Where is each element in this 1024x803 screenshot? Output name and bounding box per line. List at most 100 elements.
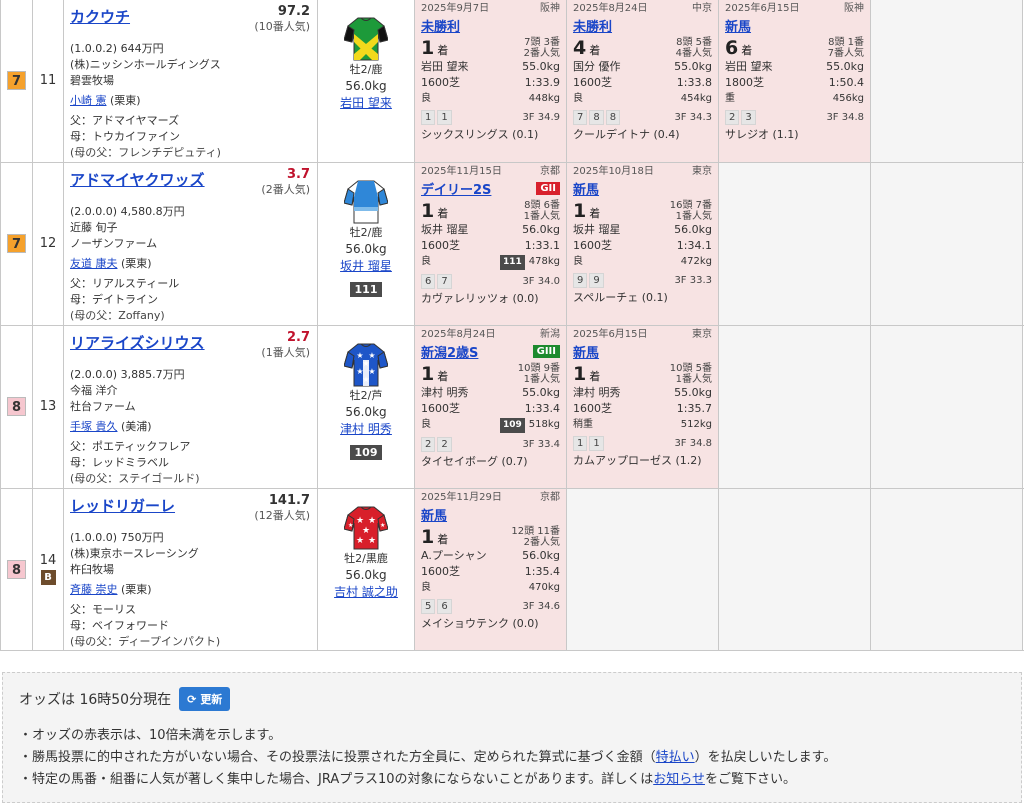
refresh-button[interactable]: ⟳ 更新 [179,687,231,711]
race-name-link[interactable]: 新潟2歳S [421,342,478,361]
past-race-empty [870,161,1023,326]
horse-row: 8 13 リアライズシリウス 2.7 (1番人気) (2.0.0.0) 3,885… [0,324,1024,489]
popularity: (10番人気) [254,20,310,33]
race-name-link[interactable]: 新馬 [573,342,599,361]
horse-info-cell: レッドリガーレ 141.7 (12番人気) (1.0.0.0) 750万円 (株… [63,487,318,651]
corner-position: 9 [589,272,604,288]
race-course: 京都 [540,165,560,177]
corners-line: 2 2 3F 33.4 [421,436,560,452]
race-course: 新潟 [540,328,560,340]
race-date: 2025年8月24日 [421,328,496,340]
ground-weight-line: 良 454kg [573,93,712,104]
ground-weight-line: 稍重 512kg [573,418,712,430]
last-3f: 3F 33.4 [522,438,560,450]
past-jockey-line: 津村 明秀 55.0kg [573,385,712,399]
field-info: 16頭 7番 1番人気 [669,199,712,222]
race-name-link[interactable]: デイリー2S [421,179,491,198]
race-course: 阪神 [844,3,864,14]
past-race-empty [718,161,871,326]
last-3f: 3F 34.0 [522,275,560,287]
prize-money: 750万円 [120,530,164,544]
dam: 母：デイトライン [70,292,158,306]
distance-time-line: 1600芝 1:33.9 [421,76,560,89]
sire: 父：リアルスティール [70,276,180,290]
waku-cell: 7 [0,161,33,326]
corner-position: 2 [725,110,740,125]
distance-time-line: 1600芝 1:33.1 [421,238,560,252]
waku-number: 8 [7,559,26,579]
past-race-empty [718,487,871,651]
corner-position: 6 [421,273,436,289]
horse-info-cell: アドマイヤクワッズ 3.7 (2番人気) (2.0.0.0) 4,580.8万円… [63,161,318,326]
sex-age-color: 牡2/鹿 [349,225,383,239]
refresh-icon: ⟳ [187,692,197,706]
carried-weight: 56.0kg [345,404,387,419]
popularity: (1番人気) [261,345,310,359]
race-index-badge: 111 [499,254,525,270]
entry-table: 7 11 カクウチ 97.2 (10番人気) (1.0.0.2) 644万円 (株… [0,0,1024,651]
sex-age-color: 牡2/芦 [349,388,383,402]
past-jockey-line: 岩田 望来 55.0kg [421,60,560,73]
jockey-link[interactable]: 吉村 誠之助 [334,585,398,599]
trainer-line: 手塚 貴久 (美浦) [70,419,311,435]
past-race-cell: 2025年8月24日 中京 未勝利 4着 8頭 5番 4番人気 国分 優作 55.0k… [566,0,719,163]
last-3f: 3F 33.3 [674,274,712,286]
distance-time-line: 1600芝 1:33.4 [421,401,560,415]
silk-icon [319,177,414,225]
corner-position: 3 [741,110,756,125]
odds-block: 141.7 (12番人気) [254,493,310,523]
record-line: (2.0.0.0) 3,885.7万円 [70,367,311,383]
win-odds: 141.7 [268,492,310,508]
distance-time-line: 1600芝 1:35.4 [421,564,560,578]
past-race-empty [718,324,871,489]
tokubarai-link[interactable]: 特払い [656,750,695,765]
corner-position: 8 [589,110,604,125]
trainer-link[interactable]: 斉藤 崇史 [70,583,118,596]
prize-money: 644万円 [120,42,164,55]
field-info: 8頭 1番 7番人気 [827,37,864,59]
field-info: 8頭 5番 4番人気 [675,37,712,59]
winner-info: スペルーチェ (0.1) [573,290,668,304]
record: (1.0.0.0) [70,530,118,544]
past-race-empty [870,324,1023,489]
race-name-link[interactable]: 新馬 [725,16,751,35]
owner: 近藤 旬子 [70,220,118,234]
finish-position: 6着 [725,37,753,59]
race-date: 2025年11月15日 [421,165,502,177]
jockey-link[interactable]: 津村 明秀 [340,422,392,436]
race-name-link[interactable]: 未勝利 [573,16,612,35]
horse-row: 7 11 カクウチ 97.2 (10番人気) (1.0.0.2) 644万円 (株… [0,0,1024,163]
corner-position: 1 [437,110,452,125]
damsire: (母の父：フレンチデピュティ) [70,146,221,159]
svg-text:★: ★ [356,536,364,546]
past-race-cell: 2025年11月15日 京都 デイリー2S GII 1着 8頭 6番 1番人気 坂井… [414,161,567,326]
trainer-region: (美浦) [121,419,152,433]
past-jockey-line: 岩田 望来 55.0kg [725,60,864,73]
race-name-link[interactable]: 未勝利 [421,16,460,35]
winner-info: サレジオ (1.1) [725,128,799,141]
jockey-cell: ★ ★ ★ ★ ★ ★ 牡2/芦 56.0kg 津村 明秀 109 [317,324,415,489]
past-jockey-line: 津村 明秀 55.0kg [421,385,560,399]
last-3f: 3F 34.3 [674,112,712,123]
race-date: 2025年10月18日 [573,165,654,177]
trainer-link[interactable]: 小崎 憲 [70,94,107,107]
trainer-link[interactable]: 手塚 貴久 [70,420,118,433]
svg-text:★: ★ [362,375,369,384]
race-date: 2025年11月29日 [421,491,502,503]
trainer-link[interactable]: 友道 康夫 [70,257,118,270]
jockey-link[interactable]: 坂井 瑠星 [340,259,392,273]
race-course: 京都 [540,491,560,503]
jockey-link[interactable]: 岩田 望来 [340,96,392,110]
race-name-link[interactable]: 新馬 [421,505,447,524]
finish-position: 1着 [421,362,449,385]
ground-weight-line: 良 472kg [573,255,712,267]
notice-link[interactable]: お知らせ [653,772,705,787]
breeder: 社台ファーム [70,399,136,413]
past-race-cell: 2025年10月18日 東京 新馬 1着 16頭 7番 1番人気 坂井 瑠星 56.0… [566,161,719,326]
sire: 父：ポエティックフレア [70,439,191,453]
past-jockey-line: 坂井 瑠星 56.0kg [573,222,712,236]
odds-timestamp: オッズは 16時50分現在 [19,692,172,708]
refresh-label: 更新 [200,693,223,706]
umaban-cell: 13 [32,324,64,489]
race-name-link[interactable]: 新馬 [573,179,599,198]
